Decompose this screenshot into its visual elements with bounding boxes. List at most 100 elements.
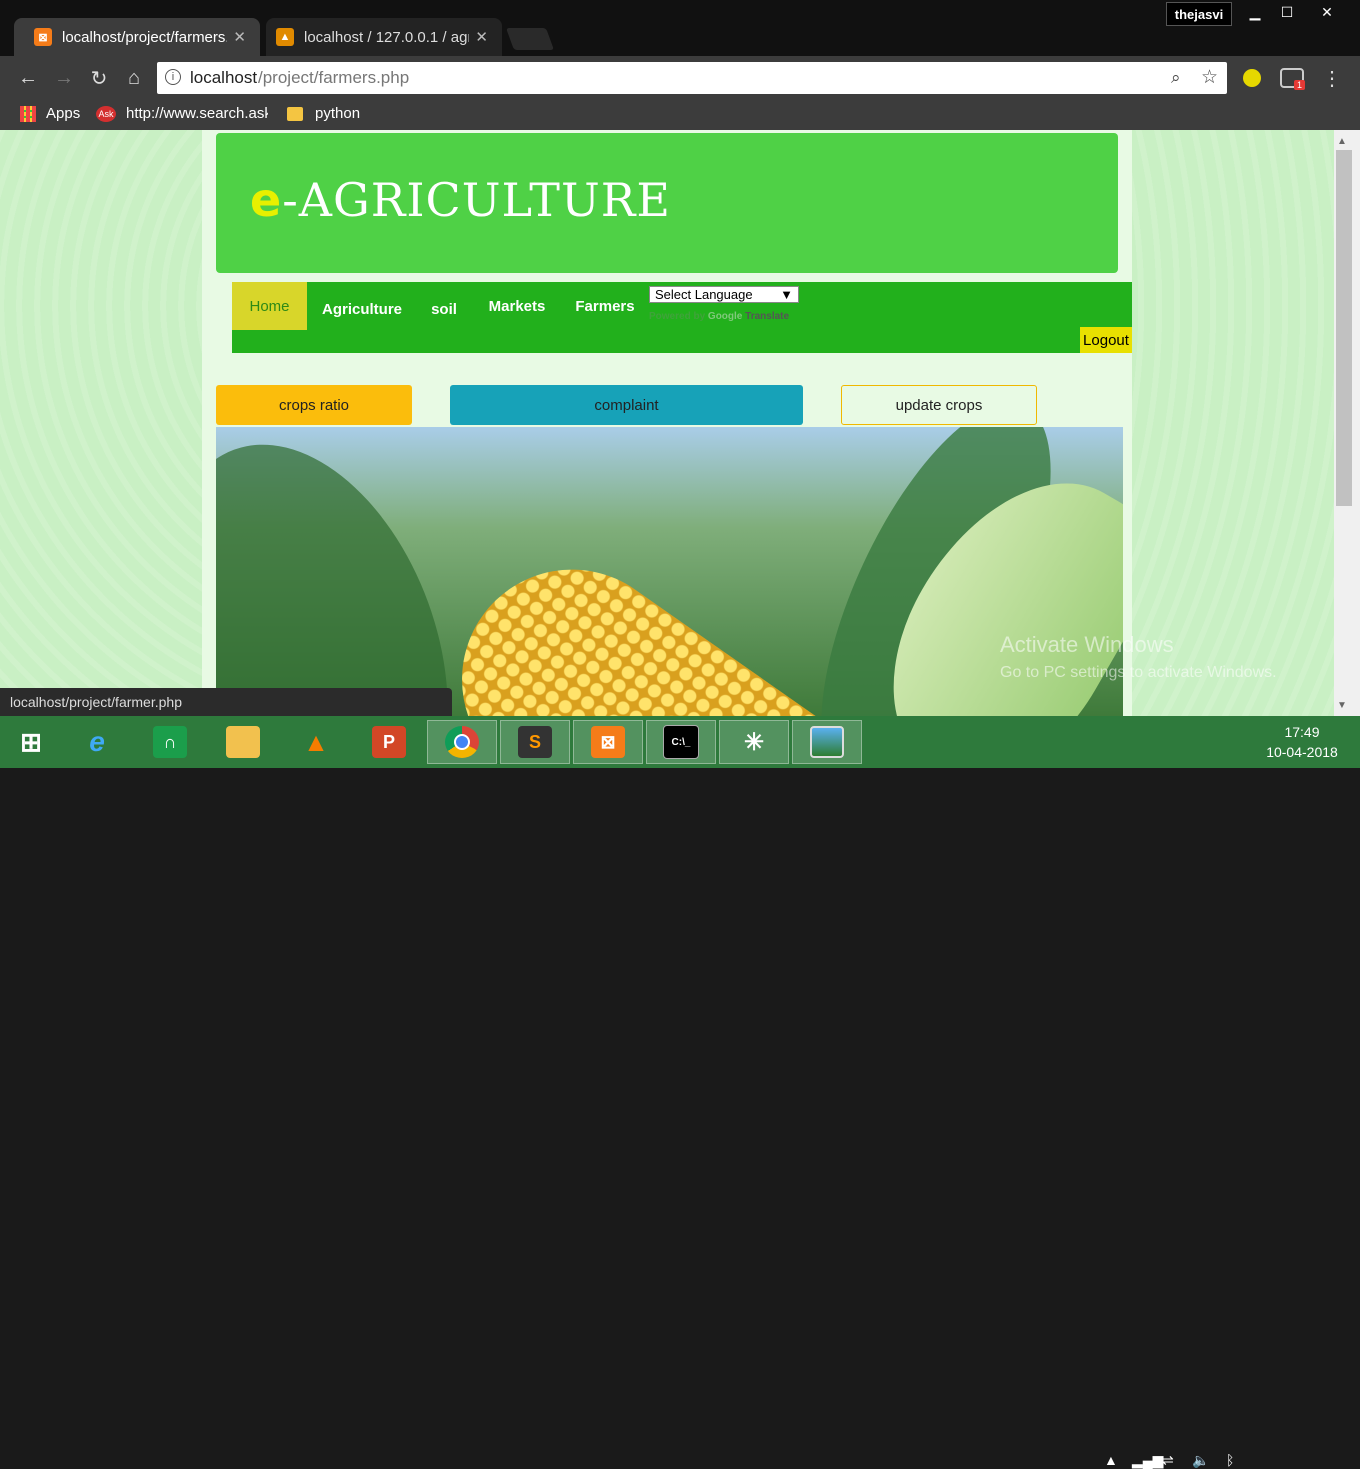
tab-phpmyadmin[interactable]: ▲ localhost / 127.0.0.1 / agriculture ✕: [266, 18, 502, 56]
logout-button[interactable]: Logout: [1080, 327, 1132, 353]
bookmark-ask[interactable]: Ask http://www.search.ask.com: [96, 105, 268, 122]
clock-date: 10-04-2018: [1266, 744, 1338, 760]
show-hidden-icons[interactable]: ▲: [1104, 1452, 1118, 1468]
nav-agriculture[interactable]: Agriculture: [317, 285, 407, 333]
crops-ratio-button[interactable]: crops ratio: [216, 385, 412, 425]
main-nav: Home Agriculture soil Markets Farmers Se…: [232, 282, 1132, 353]
new-tab-button[interactable]: [505, 28, 555, 50]
spiderweb-icon: ✳: [743, 728, 765, 756]
signal-icon[interactable]: ▂▄▆: [1132, 1452, 1163, 1469]
nav-farmers[interactable]: Farmers: [570, 282, 640, 330]
scroll-up-icon[interactable]: ▲: [1337, 136, 1347, 147]
taskbar-sublime[interactable]: S: [500, 720, 570, 764]
browser-title-bar: ⊠ localhost/project/farmers.php ✕ ▲ loca…: [0, 0, 1360, 56]
corn-photo: [216, 427, 1123, 716]
google-translate-attribution: Powered by Google Translate: [649, 311, 789, 322]
nav-home[interactable]: Home: [232, 282, 307, 330]
taskbar-green-app[interactable]: ∩: [135, 720, 205, 764]
bookmark-python[interactable]: python: [287, 105, 360, 122]
menu-icon[interactable]: ⋮: [1318, 64, 1346, 92]
url-path: /project/farmers.php: [258, 68, 410, 87]
powerpoint-icon: P: [372, 726, 406, 758]
bookmark-apps[interactable]: Apps: [20, 105, 80, 122]
forward-icon[interactable]: →: [50, 64, 78, 92]
profile-button[interactable]: thejasvi: [1166, 2, 1232, 26]
extension-badge-icon[interactable]: 1: [1278, 64, 1306, 92]
translate-text: Translate: [745, 311, 790, 322]
back-icon[interactable]: ←: [14, 64, 42, 92]
address-bar[interactable]: i localhost /project/farmers.php ⌕ ☆: [157, 62, 1227, 94]
tab-title: localhost / 127.0.0.1 / agriculture: [304, 28, 469, 46]
watermark-subtitle: Go to PC settings to activate Windows.: [1000, 664, 1277, 681]
site-logo: e-AGRICULTURE: [250, 173, 671, 227]
file-explorer-icon: [226, 726, 260, 758]
scrollbar-thumb[interactable]: [1336, 150, 1352, 506]
close-icon[interactable]: ✕: [233, 28, 246, 46]
tab-farmers[interactable]: ⊠ localhost/project/farmers.php ✕: [14, 18, 260, 56]
close-icon[interactable]: ✕: [475, 28, 488, 46]
taskbar-xampp[interactable]: ⊠: [573, 720, 643, 764]
extension-icon[interactable]: [1238, 64, 1266, 92]
web-page: e-AGRICULTURE Home Agriculture soil Mark…: [0, 130, 1334, 716]
bookmark-star-icon[interactable]: ☆: [1201, 66, 1218, 89]
taskbar-photos[interactable]: [792, 720, 862, 764]
start-button[interactable]: ⊞: [0, 720, 62, 764]
complaint-button[interactable]: complaint: [450, 385, 803, 425]
activate-windows-watermark: Activate Windows Go to PC settings to ac…: [1000, 632, 1277, 682]
network-icon[interactable]: ⇌: [1162, 1452, 1174, 1469]
taskbar-network-tool[interactable]: ✳: [719, 720, 789, 764]
taskbar-powerpoint[interactable]: P: [354, 720, 424, 764]
minimize-button[interactable]: ▁: [1240, 0, 1270, 24]
phpmyadmin-icon: ▲: [276, 28, 294, 46]
url-host: localhost: [190, 68, 258, 87]
maximize-button[interactable]: ☐: [1272, 0, 1302, 24]
taskbar-cmd[interactable]: C:\_: [646, 720, 716, 764]
tab-title: localhost/project/farmers.php: [62, 28, 227, 46]
language-select-value: Select Language: [655, 287, 753, 302]
internet-explorer-icon: e: [89, 726, 105, 757]
close-window-button[interactable]: ✕: [1304, 0, 1350, 24]
headset-icon: ∩: [153, 726, 187, 758]
dropdown-arrow-icon: ▼: [780, 287, 793, 302]
update-crops-button[interactable]: update crops: [841, 385, 1037, 425]
folder-icon: [287, 106, 303, 121]
nav-markets[interactable]: Markets: [482, 282, 552, 330]
command-prompt-icon: C:\_: [663, 725, 699, 759]
windows-logo-icon: ⊞: [20, 726, 42, 757]
xampp-icon: ⊠: [591, 726, 625, 758]
windows-taskbar: ⊞ e ∩ ▲ P S ⊠ C:\_ ✳ ▲ ▂▄▆ ⇌ 🔈 ᛒ: [0, 716, 1360, 1468]
status-bar: localhost/project/farmer.php: [0, 688, 452, 716]
volume-icon[interactable]: 🔈: [1192, 1452, 1209, 1469]
photos-icon: [810, 726, 844, 758]
page-container: e-AGRICULTURE Home Agriculture soil Mark…: [202, 130, 1132, 716]
site-header: e-AGRICULTURE: [216, 133, 1118, 273]
scroll-down-icon[interactable]: ▼: [1337, 700, 1347, 711]
bookmark-label: Apps: [46, 105, 81, 122]
google-logo[interactable]: Google: [708, 311, 742, 322]
bookmarks-bar: Apps Ask http://www.search.ask.com pytho…: [0, 100, 1360, 130]
vlc-icon: ▲: [303, 726, 329, 757]
language-select[interactable]: Select Language ▼: [649, 286, 799, 303]
info-icon[interactable]: i: [165, 69, 181, 85]
nav-soil[interactable]: soil: [422, 285, 466, 333]
leaf-shape: [216, 427, 500, 716]
watermark-title: Activate Windows: [1000, 632, 1174, 657]
logo-e: e: [250, 173, 283, 227]
powered-by-text: Powered by: [649, 311, 706, 322]
taskbar-ie[interactable]: e: [62, 720, 132, 764]
bookmark-label: python: [315, 105, 361, 122]
reload-icon[interactable]: ↻: [85, 64, 113, 92]
xampp-icon: ⊠: [34, 28, 52, 46]
ask-icon: Ask: [96, 105, 116, 122]
badge-count: 1: [1294, 80, 1306, 90]
home-icon[interactable]: ⌂: [120, 64, 148, 92]
taskbar-chrome[interactable]: [427, 720, 497, 764]
sublime-text-icon: S: [518, 726, 552, 758]
system-clock[interactable]: 17:49 10-04-2018: [1262, 724, 1342, 760]
bluetooth-icon[interactable]: ᛒ: [1226, 1452, 1234, 1468]
taskbar-vlc[interactable]: ▲: [281, 720, 351, 764]
bookmark-label: http://www.search.ask.com: [126, 105, 268, 122]
logo-text: -AGRICULTURE: [282, 173, 671, 227]
search-icon[interactable]: ⌕: [1171, 68, 1181, 88]
taskbar-explorer[interactable]: [208, 720, 278, 764]
